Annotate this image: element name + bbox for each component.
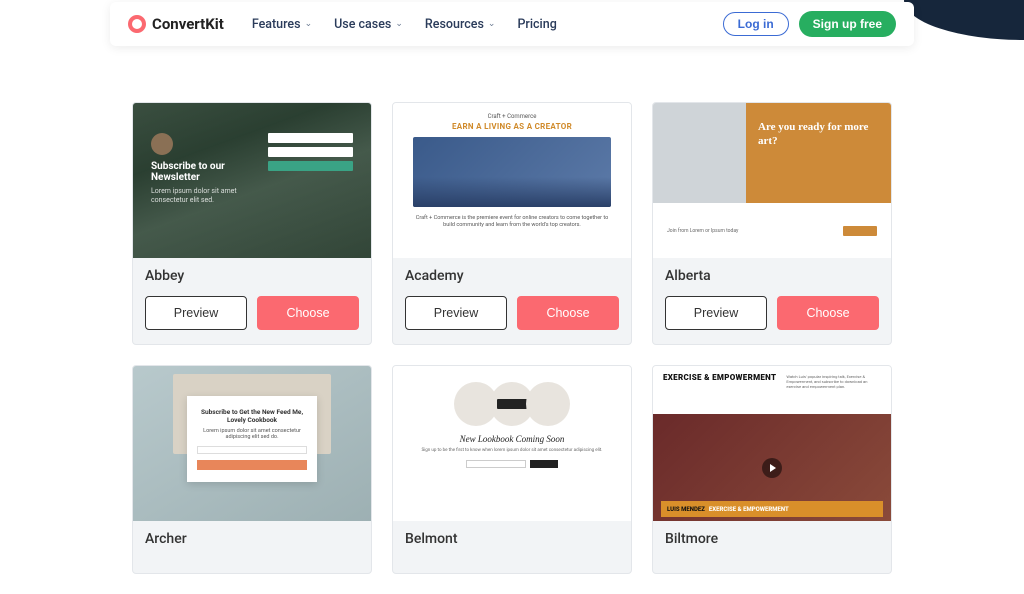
nav-pricing[interactable]: Pricing (517, 17, 556, 32)
preview-button[interactable]: Preview (665, 296, 767, 330)
thumb-input (268, 133, 353, 143)
template-name: Archer (145, 531, 359, 547)
thumb-input (197, 446, 307, 454)
main-navbar: ConvertKit Features ⌄ Use cases ⌄ Resour… (110, 2, 914, 46)
preview-button[interactable]: Preview (405, 296, 507, 330)
nav-right: Log in Sign up free (723, 11, 896, 37)
thumb-submit (197, 460, 307, 470)
choose-button[interactable]: Choose (257, 296, 359, 330)
thumb-headline: Are you ready for more art? (758, 121, 879, 149)
template-thumbnail[interactable]: Craft + Commerce EARN A LIVING AS A CREA… (393, 103, 631, 258)
template-card-archer: Subscribe to Get the New Feed Me, Lovely… (132, 365, 372, 574)
thumb-circle (526, 382, 570, 426)
chevron-down-icon: ⌄ (488, 19, 496, 29)
banner-title: EXERCISE & EMPOWERMENT (709, 506, 789, 513)
play-icon (762, 458, 782, 478)
chevron-down-icon: ⌄ (395, 19, 403, 29)
thumb-headline: New Lookbook Coming Soon (413, 434, 611, 444)
login-button[interactable]: Log in (723, 12, 789, 36)
nav-label: Use cases (334, 17, 391, 32)
choose-button[interactable]: Choose (517, 296, 619, 330)
thumb-image (413, 137, 611, 207)
thumb-headline: Subscribe to Get the New Feed Me, Lovely… (197, 408, 307, 424)
nav-links: Features ⌄ Use cases ⌄ Resources ⌄ Prici… (252, 17, 557, 32)
template-thumbnail[interactable]: EXERCISE & EMPOWERMENT Watch Luis' popul… (653, 366, 891, 521)
template-thumbnail[interactable]: Subscribe to our Newsletter Lorem ipsum … (133, 103, 371, 258)
template-card-biltmore: EXERCISE & EMPOWERMENT Watch Luis' popul… (652, 365, 892, 574)
choose-button[interactable]: Choose (777, 296, 879, 330)
signup-button[interactable]: Sign up free (799, 11, 896, 37)
template-thumbnail[interactable]: Are you ready for more art? Join from Lo… (653, 103, 891, 258)
thumb-headline: EARN A LIVING AS A CREATOR (413, 122, 611, 131)
decorative-corner (904, 0, 1024, 40)
brand-name: ConvertKit (152, 15, 224, 33)
template-name: Academy (405, 268, 619, 284)
template-card-alberta: Are you ready for more art? Join from Lo… (652, 102, 892, 345)
thumb-submit (530, 460, 558, 468)
nav-features[interactable]: Features ⌄ (252, 17, 312, 32)
template-thumbnail[interactable]: Subscribe to Get the New Feed Me, Lovely… (133, 366, 371, 521)
thumb-input (268, 147, 353, 157)
nav-label: Features (252, 17, 301, 32)
nav-label: Resources (425, 17, 484, 32)
template-name: Biltmore (665, 531, 879, 547)
thumb-submit (268, 161, 353, 171)
template-thumbnail[interactable]: New Lookbook Coming Soon Sign up to be t… (393, 366, 631, 521)
template-card-belmont: New Lookbook Coming Soon Sign up to be t… (392, 365, 632, 574)
template-card-academy: Craft + Commerce EARN A LIVING AS A CREA… (392, 102, 632, 345)
template-card-abbey: Subscribe to our Newsletter Lorem ipsum … (132, 102, 372, 345)
thumb-tagline: Craft + Commerce (413, 113, 611, 120)
thumb-video: LUIS MENDEZ EXERCISE & EMPOWERMENT (653, 414, 891, 521)
brand-logo[interactable]: ConvertKit (128, 15, 224, 33)
banner-name: LUIS MENDEZ (667, 506, 705, 513)
preview-button[interactable]: Preview (145, 296, 247, 330)
template-name: Abbey (145, 268, 359, 284)
thumb-desc: Craft + Commerce is the premiere event f… (413, 215, 611, 229)
template-name: Alberta (665, 268, 879, 284)
nav-use-cases[interactable]: Use cases ⌄ (334, 17, 403, 32)
thumb-headline: Subscribe to our Newsletter (151, 161, 254, 183)
avatar (151, 133, 173, 155)
nav-label: Pricing (517, 17, 556, 32)
nav-resources[interactable]: Resources ⌄ (425, 17, 496, 32)
template-grid: Subscribe to our Newsletter Lorem ipsum … (0, 102, 1024, 594)
thumb-submit (843, 226, 877, 236)
thumb-headline: EXERCISE & EMPOWERMENT (663, 374, 776, 406)
logo-icon (128, 15, 146, 33)
template-name: Belmont (405, 531, 619, 547)
thumb-image (653, 103, 746, 203)
chevron-down-icon: ⌄ (305, 19, 313, 29)
thumb-input (466, 460, 526, 468)
